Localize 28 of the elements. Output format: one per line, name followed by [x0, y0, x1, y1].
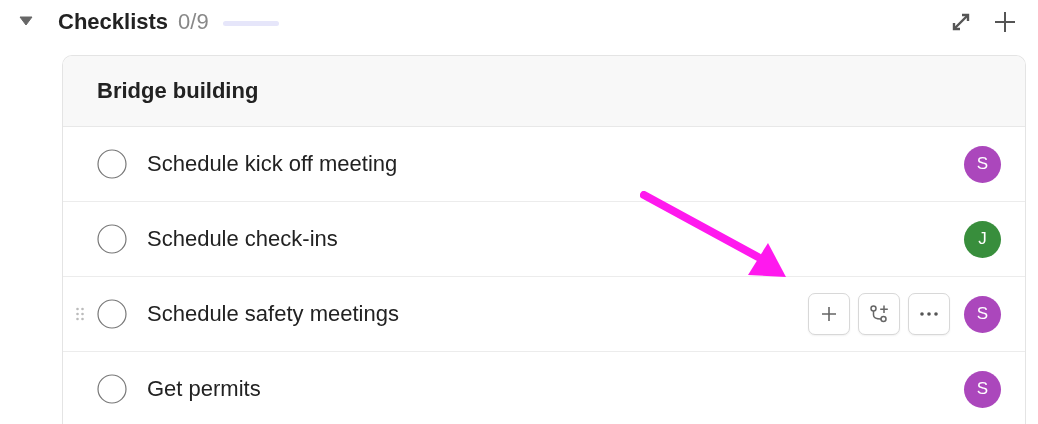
collapse-caret-icon[interactable] — [19, 16, 33, 26]
checklist-title: Bridge building — [97, 78, 259, 104]
item-label: Schedule safety meetings — [147, 301, 399, 327]
add-button[interactable] — [808, 293, 850, 335]
more-button[interactable] — [908, 293, 950, 335]
assignee-avatar[interactable]: J — [964, 220, 1001, 258]
progress-count: 0/9 — [178, 9, 209, 35]
drag-handle-icon[interactable] — [76, 307, 84, 321]
section-title: Checklists — [58, 9, 169, 35]
add-icon — [821, 306, 837, 322]
more-icon — [920, 312, 938, 316]
dependency-button[interactable] — [858, 293, 900, 335]
assignee-avatar[interactable]: S — [964, 145, 1001, 183]
checkbox[interactable] — [97, 149, 127, 179]
checkbox[interactable] — [97, 299, 127, 329]
checklist-item[interactable]: Get permits S — [63, 352, 1025, 424]
item-label: Schedule check-ins — [147, 226, 338, 252]
assignee-avatar[interactable]: S — [964, 295, 1001, 333]
expand-icon[interactable] — [950, 11, 972, 33]
checklist-item[interactable]: Schedule safety meetings S — [63, 277, 1025, 352]
checkbox[interactable] — [97, 224, 127, 254]
item-label: Schedule kick off meeting — [147, 151, 398, 177]
item-label: Get permits — [147, 376, 261, 402]
checklist-item[interactable]: Schedule kick off meeting S — [63, 127, 1025, 202]
branch-plus-icon — [869, 304, 889, 324]
assignee-avatar[interactable]: S — [964, 370, 1001, 408]
checkbox[interactable] — [97, 374, 127, 404]
add-icon[interactable] — [994, 11, 1016, 33]
